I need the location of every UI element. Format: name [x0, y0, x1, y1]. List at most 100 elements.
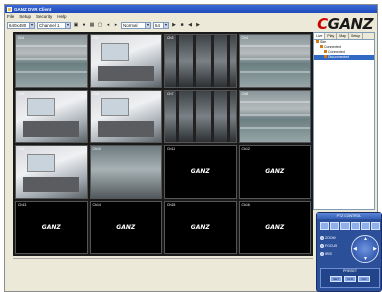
toolbar: 640x480 ▼ Channel 1 ▼ ▣ ● ▦ ▢ ◂ ▸ Normal…: [5, 20, 305, 30]
room-window: [101, 42, 130, 61]
shelf-rack: [193, 35, 197, 87]
focus-label: FOCUS: [325, 244, 338, 248]
ptz-title: PTZ CONTROL: [317, 213, 381, 219]
right-arrow-icon[interactable]: ▶: [373, 246, 377, 252]
resolution-value: 640x480: [9, 22, 27, 28]
camera-tile[interactable]: GANZ Ch11: [164, 145, 237, 199]
no-signal-logo: GANZ: [41, 223, 61, 231]
stop-icon[interactable]: ■: [179, 22, 185, 29]
room-desk: [97, 121, 154, 137]
tab-map[interactable]: Map: [337, 33, 350, 39]
menu-bar: File Setup Security Help: [5, 13, 305, 20]
zoom-dot-icon: [320, 236, 324, 240]
camera-tile[interactable]: Ch9: [15, 145, 88, 199]
play-icon[interactable]: ▶: [171, 22, 177, 29]
iris-dot-icon: [320, 252, 324, 256]
resolution-select[interactable]: 640x480 ▼: [7, 21, 35, 29]
ptz-direction-dial[interactable]: ▲ ▼ ◀ ▶: [351, 235, 379, 263]
preset-clear-button[interactable]: CLR: [344, 276, 356, 282]
down-arrow-icon[interactable]: ▼: [363, 256, 368, 262]
camera-tile[interactable]: Ch6: [89, 89, 162, 143]
count-select[interactable]: 64 ▼: [153, 21, 169, 29]
camera-tile[interactable]: GANZ Ch16: [238, 200, 311, 254]
tree-item[interactable]: Disconnected: [314, 55, 374, 60]
camera-label: Ch12: [241, 147, 250, 151]
camera-label: Ch4: [241, 36, 248, 40]
layout-button[interactable]: [330, 222, 340, 230]
zoom-control[interactable]: ZOOM: [320, 235, 348, 241]
layout-button[interactable]: [350, 222, 360, 230]
camera-label: Ch1: [18, 36, 25, 40]
tree-item-label: Connected: [328, 50, 345, 54]
mode-select[interactable]: Normal ▼: [121, 21, 151, 29]
camera-tile[interactable]: Ch3: [164, 34, 237, 88]
menu-security[interactable]: Security: [36, 14, 52, 19]
tab-setup[interactable]: Setup: [349, 33, 364, 39]
next-icon[interactable]: ▸: [113, 22, 119, 29]
camera-tile[interactable]: Ch2: [89, 34, 162, 88]
menu-help[interactable]: Help: [57, 14, 66, 19]
menu-file[interactable]: File: [7, 14, 14, 19]
floor-stripe: [239, 100, 310, 103]
floor-stripe: [239, 71, 310, 74]
camera-tile[interactable]: Ch4: [238, 34, 311, 88]
snapshot-icon[interactable]: ▣: [73, 22, 79, 29]
layout-button[interactable]: [340, 222, 350, 230]
ptz-side-controls: ZOOM FOCUS IRIS: [320, 235, 348, 259]
folder-icon: [324, 50, 327, 53]
no-signal-logo: GANZ: [190, 223, 210, 231]
camera-label: Ch6: [92, 91, 99, 96]
rewind-icon[interactable]: ◀: [187, 22, 193, 29]
layout-button[interactable]: [360, 222, 370, 230]
camera-tile[interactable]: GANZ Ch13: [15, 200, 88, 254]
floor-stripe: [239, 58, 310, 61]
mode-value: Normal: [123, 22, 138, 28]
forward-icon[interactable]: ▶: [195, 22, 201, 29]
camera-tile[interactable]: GANZ Ch12: [238, 145, 311, 199]
preset-set-button[interactable]: SET: [330, 276, 342, 282]
no-signal-logo: GANZ: [265, 223, 285, 231]
floor-stripe: [239, 126, 310, 129]
layout-button[interactable]: [320, 222, 330, 230]
floor-stripe: [16, 58, 87, 61]
ptz-control-panel[interactable]: PTZ CONTROL ZOOM FOCUS IRIS ▲ ▼ ◀ ▶ PRES…: [316, 212, 382, 292]
ptz-layout-buttons: [320, 222, 380, 230]
camera-label: Ch8: [241, 91, 248, 96]
layout-button[interactable]: [370, 222, 380, 230]
shelf-rack: [193, 90, 197, 142]
camera-label: Ch7: [167, 91, 174, 96]
camera-tile[interactable]: Ch7: [164, 89, 237, 143]
camera-tile[interactable]: Ch10: [89, 145, 162, 199]
channel-select[interactable]: Channel 1 ▼: [37, 21, 71, 29]
shelf-rack: [210, 90, 214, 142]
camera-tile[interactable]: Ch1: [15, 34, 88, 88]
left-arrow-icon[interactable]: ◀: [353, 246, 357, 252]
tree-item-label: Disconnected: [328, 55, 350, 59]
preset-go-button[interactable]: GO: [358, 276, 370, 282]
split-icon[interactable]: ▦: [89, 22, 95, 29]
full-icon[interactable]: ▢: [97, 22, 103, 29]
menu-setup[interactable]: Setup: [19, 14, 31, 19]
camera-tile[interactable]: Ch8: [238, 89, 311, 143]
title-bar: GANZ DVR Client: [5, 5, 377, 13]
camera-tile[interactable]: GANZ Ch15: [164, 200, 237, 254]
floor-stripe: [16, 71, 87, 74]
camera-tile[interactable]: GANZ Ch14: [89, 200, 162, 254]
camera-label: Ch11: [167, 147, 176, 151]
prev-icon[interactable]: ◂: [105, 22, 111, 29]
chevron-down-icon: ▼: [163, 22, 168, 28]
preset-box: PRESET SET CLR GO: [320, 268, 380, 288]
camera-tile[interactable]: Ch5: [15, 89, 88, 143]
iris-control[interactable]: IRIS: [320, 251, 348, 257]
room-desk: [23, 176, 80, 193]
folder-icon: [324, 55, 327, 58]
tab-live[interactable]: Live: [314, 33, 326, 39]
camera-label: Ch15: [167, 202, 176, 207]
focus-control[interactable]: FOCUS: [320, 243, 348, 249]
zoom-label: ZOOM: [325, 236, 336, 240]
tree-item-label: Connected: [324, 45, 341, 49]
record-icon[interactable]: ●: [81, 22, 87, 29]
floor-stripe: [16, 45, 87, 48]
tab-play[interactable]: Play: [325, 33, 338, 39]
up-arrow-icon[interactable]: ▲: [363, 236, 368, 242]
